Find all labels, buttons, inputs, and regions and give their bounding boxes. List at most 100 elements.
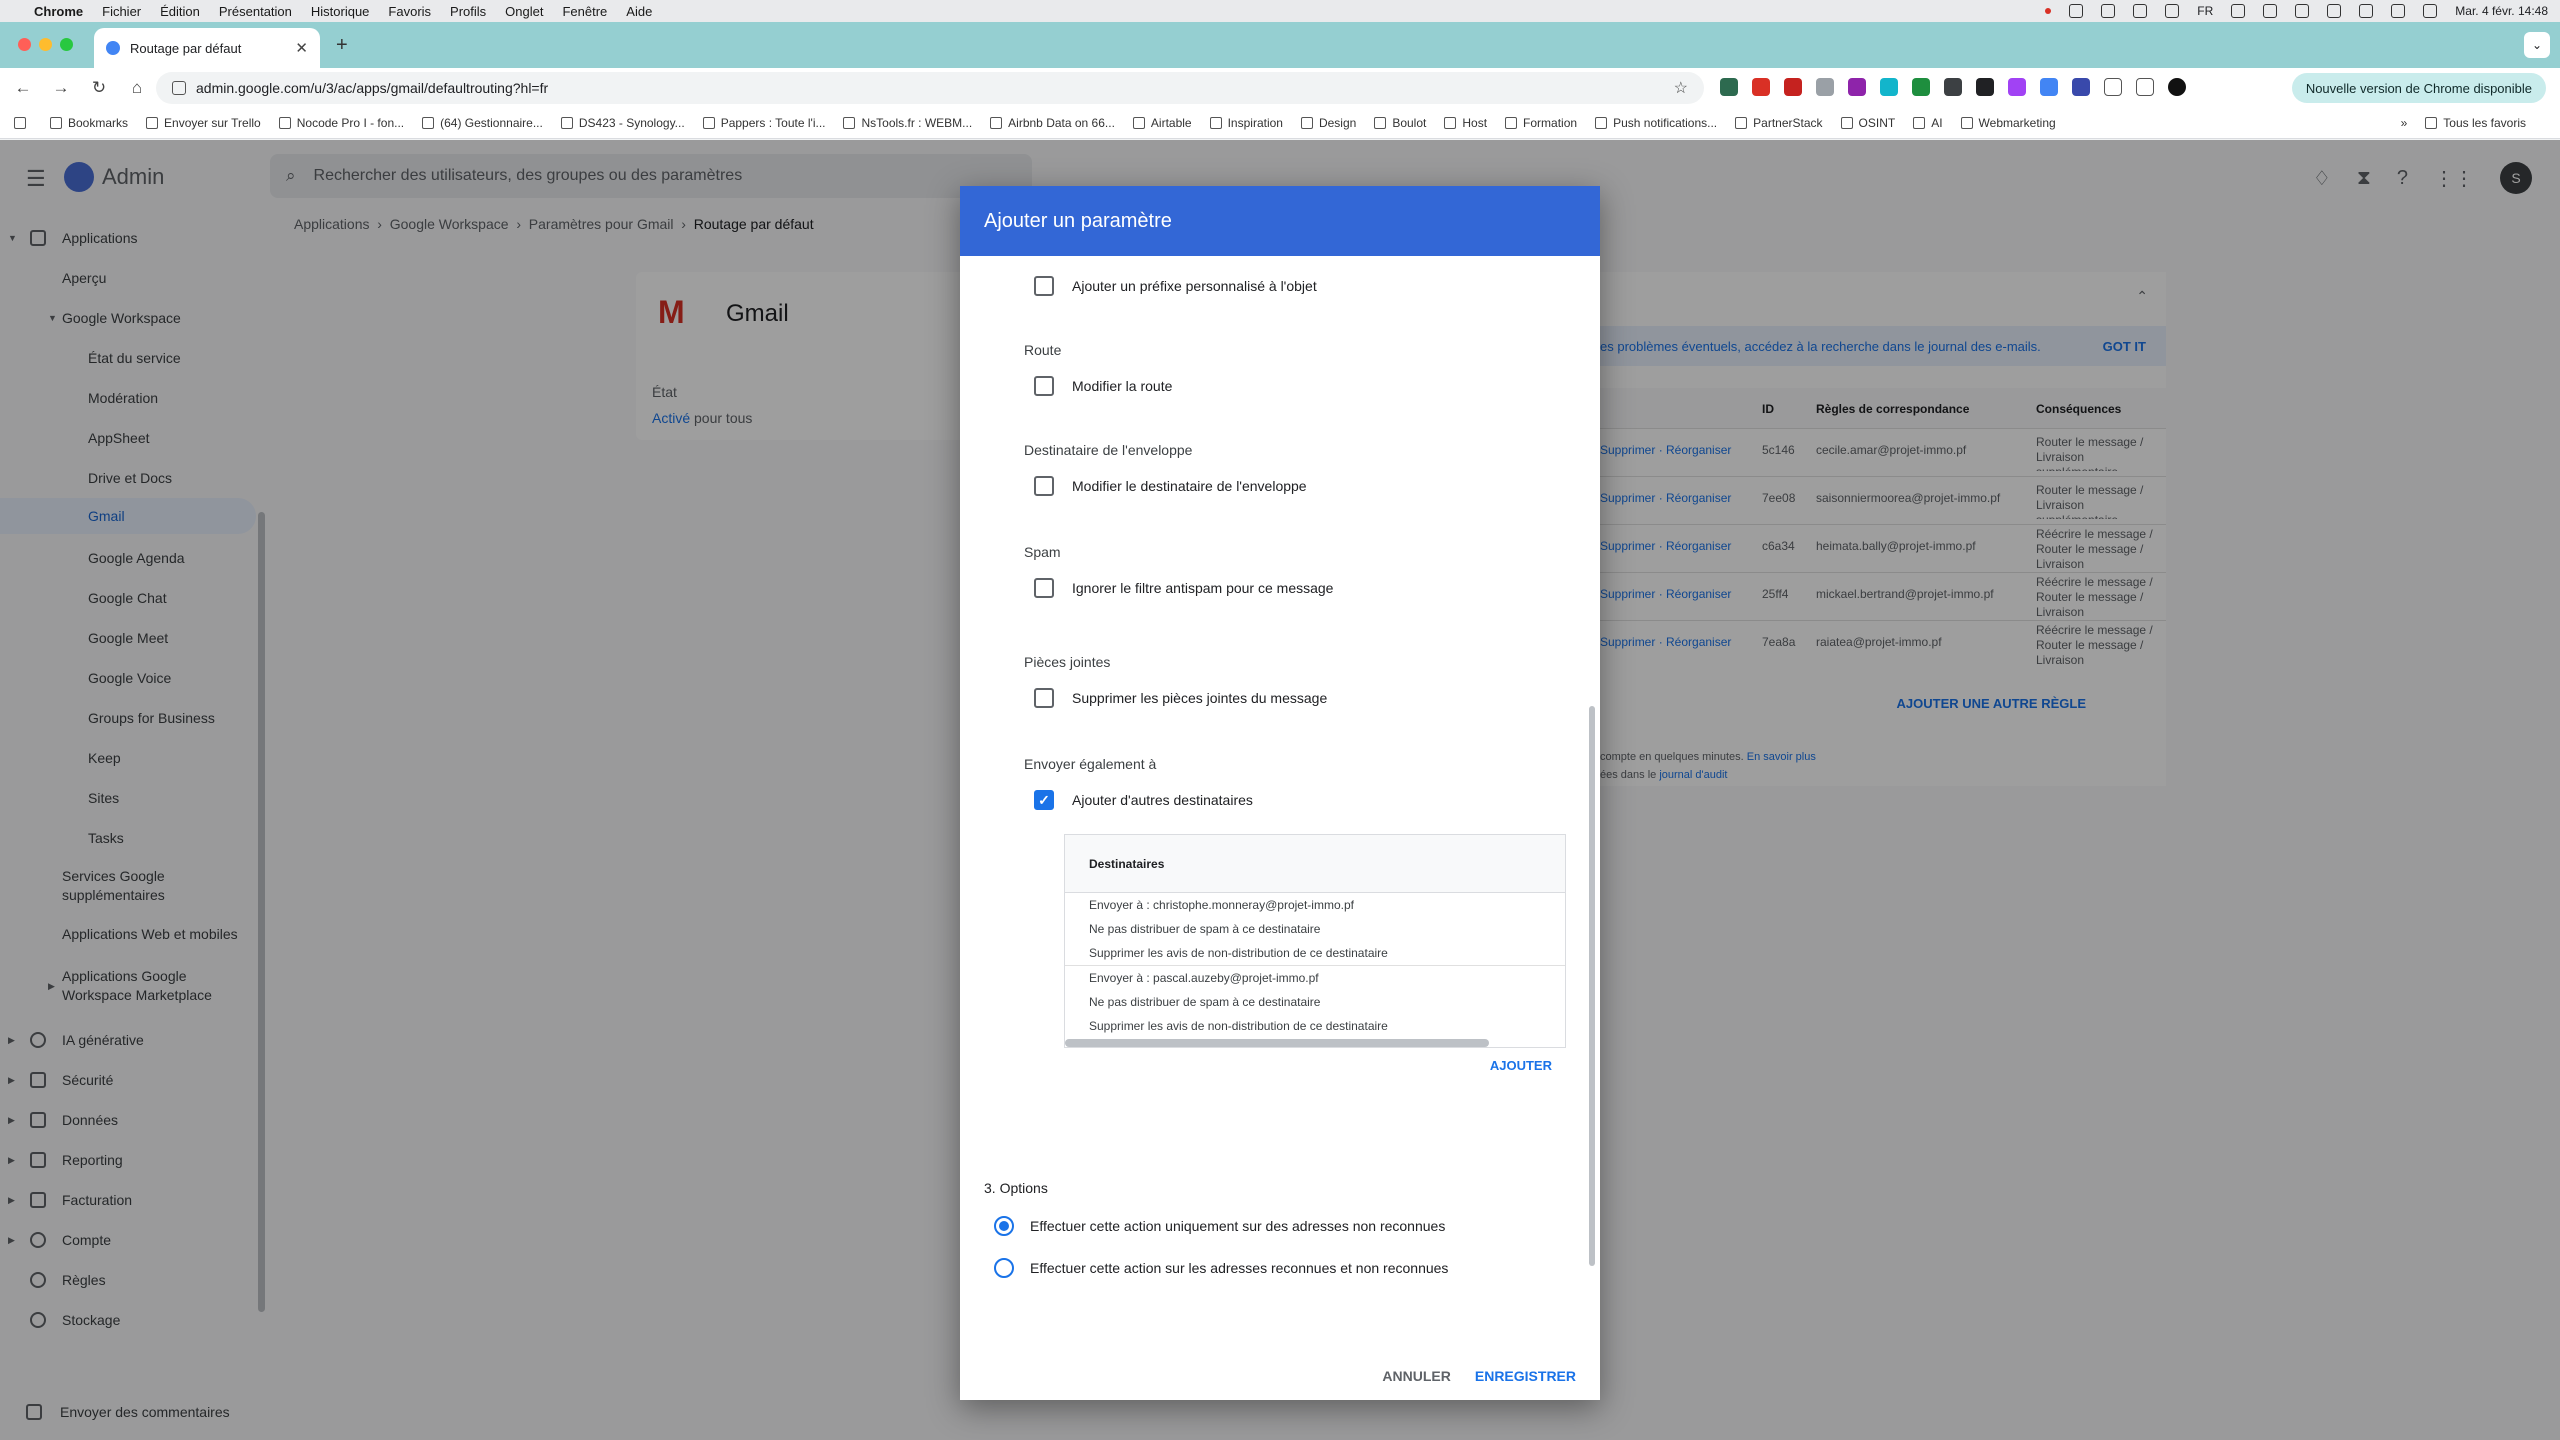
chrome-update-button[interactable]: Nouvelle version de Chrome disponible bbox=[2291, 73, 2546, 103]
url-bar[interactable]: admin.google.com/u/3/ac/apps/gmail/defau… bbox=[156, 72, 1704, 104]
additional-recipients-checkbox[interactable]: ✓ bbox=[1034, 790, 1054, 810]
close-tab-icon[interactable]: ✕ bbox=[295, 39, 308, 57]
cloud-icon[interactable] bbox=[2133, 4, 2148, 18]
additional-recipients-option[interactable]: ✓ Ajouter d'autres destinataires bbox=[1034, 790, 1253, 810]
extension-icon[interactable] bbox=[1720, 78, 1738, 96]
bookmark-folder[interactable]: Boulot bbox=[1374, 116, 1426, 130]
bookmark-item[interactable]: PartnerStack bbox=[1735, 116, 1823, 130]
save-button[interactable]: ENREGISTRER bbox=[1475, 1368, 1576, 1384]
new-tab-icon[interactable]: + bbox=[336, 34, 348, 57]
bookmark-item[interactable]: Airbnb Data on 66... bbox=[990, 116, 1115, 130]
cancel-button[interactable]: ANNULER bbox=[1382, 1368, 1450, 1384]
add-recipient-button[interactable]: AJOUTER bbox=[1490, 1058, 1552, 1073]
menu-edition[interactable]: Édition bbox=[160, 4, 200, 19]
envelope-section-title: Destinataire de l'enveloppe bbox=[1024, 442, 1193, 458]
input-language[interactable]: FR bbox=[2197, 4, 2213, 18]
bookmark-folder[interactable]: OSINT bbox=[1840, 116, 1895, 130]
bookmark-item[interactable]: Airtable bbox=[1132, 116, 1192, 130]
extension-icon[interactable] bbox=[1912, 78, 1930, 96]
extension-icon[interactable] bbox=[1944, 78, 1962, 96]
bookmark-star-icon[interactable]: ☆ bbox=[1674, 78, 1688, 98]
option-unrecognized[interactable]: Effectuer cette action uniquement sur de… bbox=[994, 1216, 1445, 1236]
extension-icon[interactable] bbox=[2072, 78, 2090, 96]
control-center-icon[interactable] bbox=[2423, 4, 2438, 18]
bookmark-folder[interactable]: Design bbox=[1300, 116, 1356, 130]
bookmark-item[interactable]: NsTools.fr : WEBM... bbox=[843, 116, 972, 130]
extension-icon[interactable] bbox=[1848, 78, 1866, 96]
option-all-addresses[interactable]: Effectuer cette action sur les adresses … bbox=[994, 1258, 1448, 1278]
forward-icon[interactable]: → bbox=[46, 78, 76, 98]
bookmark-folder[interactable]: Host bbox=[1444, 116, 1487, 130]
puzzle-icon[interactable] bbox=[2104, 78, 2122, 96]
extension-icon[interactable] bbox=[1816, 78, 1834, 96]
bookmark-item[interactable]: DS423 - Synology... bbox=[560, 116, 685, 130]
bookmark-folder[interactable]: Formation bbox=[1505, 116, 1577, 130]
attachments-option[interactable]: Supprimer les pièces jointes du message bbox=[1034, 688, 1327, 708]
volume-icon[interactable] bbox=[2359, 4, 2374, 18]
recipient-entry[interactable]: Envoyer à : pascal.auzeby@projet-immo.pf… bbox=[1065, 965, 1565, 1038]
shield-icon[interactable] bbox=[2165, 4, 2180, 18]
menu-fenetre[interactable]: Fenêtre bbox=[562, 4, 607, 19]
extension-icon[interactable] bbox=[1752, 78, 1770, 96]
route-option[interactable]: Modifier la route bbox=[1034, 376, 1172, 396]
extension-icon[interactable] bbox=[2040, 78, 2058, 96]
download-icon[interactable] bbox=[2231, 4, 2246, 18]
menu-profils[interactable]: Profils bbox=[450, 4, 486, 19]
all-bookmarks-folder[interactable]: Tous les favoris bbox=[2425, 116, 2526, 130]
bookmark-folder[interactable]: Webmarketing bbox=[1960, 116, 2056, 130]
site-info-icon[interactable] bbox=[172, 81, 186, 95]
route-checkbox[interactable] bbox=[1034, 376, 1054, 396]
grid-icon[interactable] bbox=[2263, 4, 2278, 18]
menu-historique[interactable]: Historique bbox=[311, 4, 370, 19]
wifi-icon[interactable] bbox=[2391, 4, 2406, 18]
edit-icon[interactable] bbox=[2101, 4, 2116, 18]
spam-checkbox[interactable] bbox=[1034, 578, 1054, 598]
radio-unrecognized[interactable] bbox=[994, 1216, 1014, 1236]
search-icon[interactable] bbox=[2295, 4, 2310, 18]
attachments-checkbox[interactable] bbox=[1034, 688, 1054, 708]
clock[interactable]: Mar. 4 févr. 14:48 bbox=[2455, 4, 2548, 18]
envelope-checkbox[interactable] bbox=[1034, 476, 1054, 496]
reload-icon[interactable]: ↻ bbox=[84, 78, 114, 98]
bookmark-folder[interactable]: AI bbox=[1913, 116, 1943, 130]
menu-onglet[interactable]: Onglet bbox=[505, 4, 543, 19]
prefix-checkbox[interactable] bbox=[1034, 276, 1054, 296]
menu-aide[interactable]: Aide bbox=[626, 4, 652, 19]
bookmark-folder[interactable]: Inspiration bbox=[1209, 116, 1283, 130]
bookmark-item[interactable]: (64) Gestionnaire... bbox=[422, 116, 543, 130]
envelope-option[interactable]: Modifier le destinataire de l'enveloppe bbox=[1034, 476, 1307, 496]
bookmark-item[interactable]: Envoyer sur Trello bbox=[146, 116, 261, 130]
spam-option[interactable]: Ignorer le filtre antispam pour ce messa… bbox=[1034, 578, 1333, 598]
prefix-option[interactable]: Ajouter un préfixe personnalisé à l'obje… bbox=[1034, 276, 1317, 296]
extension-icon[interactable] bbox=[1784, 78, 1802, 96]
profile-icon[interactable] bbox=[2168, 78, 2186, 96]
minimize-window-icon[interactable] bbox=[39, 38, 52, 51]
menu-fichier[interactable]: Fichier bbox=[102, 4, 141, 19]
radio-all-addresses[interactable] bbox=[994, 1258, 1014, 1278]
apps-grid-icon[interactable] bbox=[14, 117, 32, 129]
extension-icon[interactable] bbox=[1880, 78, 1898, 96]
bookmark-item[interactable]: Bookmarks bbox=[50, 116, 128, 130]
download-icon[interactable] bbox=[2136, 78, 2154, 96]
drive-icon[interactable] bbox=[2069, 4, 2084, 18]
browser-tab[interactable]: Routage par défaut ✕ bbox=[94, 28, 320, 68]
menu-presentation[interactable]: Présentation bbox=[219, 4, 292, 19]
extension-icon[interactable] bbox=[2008, 78, 2026, 96]
recipients-scrollbar[interactable] bbox=[1065, 1039, 1489, 1047]
star-icon bbox=[50, 117, 62, 129]
recipient-entry[interactable]: Envoyer à : christophe.monneray@projet-i… bbox=[1065, 893, 1565, 965]
more-bookmarks-icon[interactable]: » bbox=[2401, 116, 2408, 130]
bookmark-item[interactable]: Push notifications... bbox=[1595, 116, 1717, 130]
menu-favoris[interactable]: Favoris bbox=[388, 4, 431, 19]
menu-chrome[interactable]: Chrome bbox=[34, 4, 83, 19]
home-icon[interactable]: ⌂ bbox=[122, 78, 152, 98]
extension-icon[interactable] bbox=[1976, 78, 1994, 96]
battery-icon[interactable] bbox=[2327, 4, 2342, 18]
back-icon[interactable]: ← bbox=[8, 78, 38, 98]
dialog-scrollbar[interactable] bbox=[1589, 706, 1595, 1266]
bookmark-item[interactable]: Nocode Pro I - fon... bbox=[278, 116, 404, 130]
bookmark-item[interactable]: Pappers : Toute l'i... bbox=[702, 116, 825, 130]
close-window-icon[interactable] bbox=[18, 38, 31, 51]
maximize-window-icon[interactable] bbox=[60, 38, 73, 51]
tab-search-icon[interactable]: ⌄ bbox=[2524, 32, 2550, 58]
